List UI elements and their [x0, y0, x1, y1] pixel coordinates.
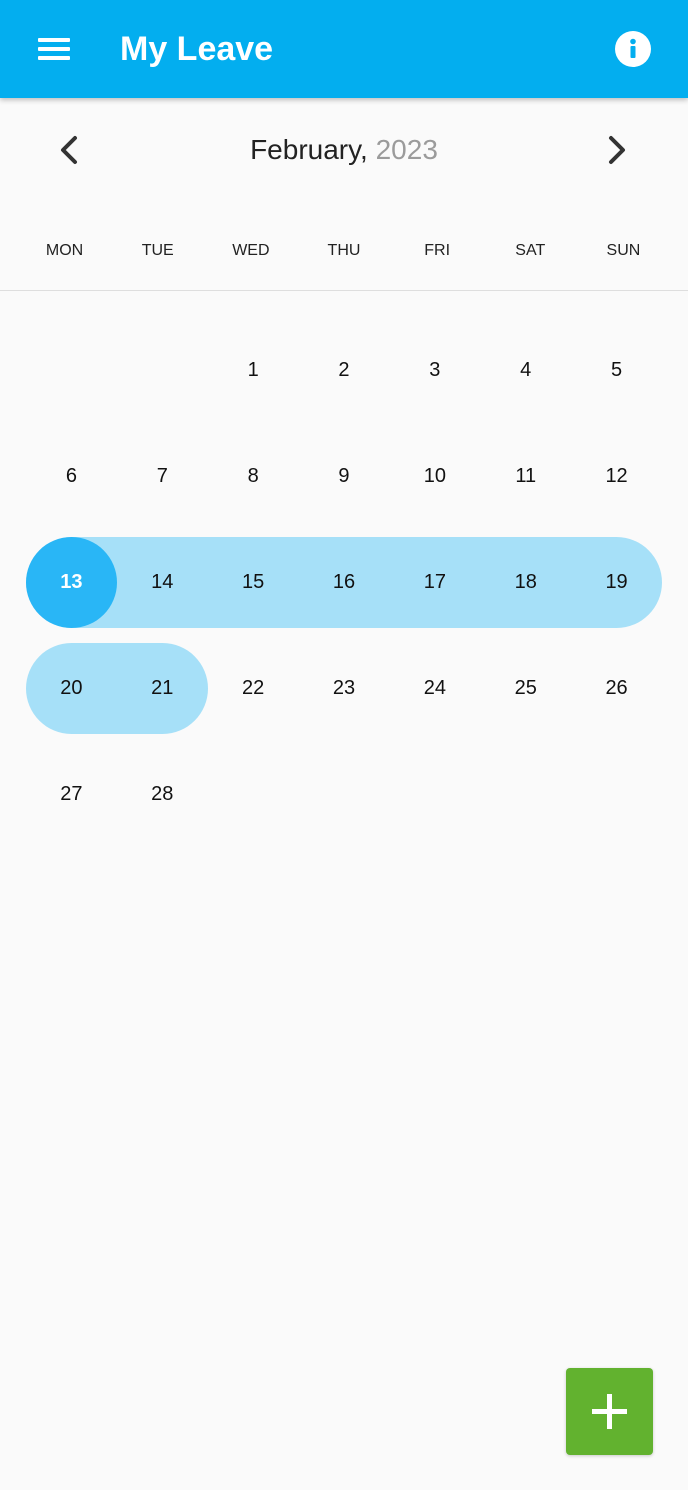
weekday-label: SUN	[606, 242, 641, 259]
page-title: My Leave	[120, 30, 274, 68]
menu-icon[interactable]	[30, 28, 78, 70]
month-year-label: February, 2023	[0, 132, 688, 168]
year-label: 2023	[375, 134, 438, 165]
calendar-week: 20 21 22 23 24 25 26	[26, 643, 662, 749]
weekday-label: MON	[45, 242, 84, 259]
calendar-day-selected[interactable]: 13	[26, 537, 117, 628]
weekday-label: WED	[232, 242, 270, 259]
calendar-day[interactable]: 4	[480, 325, 571, 416]
calendar-day[interactable]: 2	[299, 325, 390, 416]
day-number: 11	[515, 465, 537, 487]
calendar-day[interactable]: 7	[117, 431, 208, 522]
calendar-grid: 1 2 3 4 5 6 7 8 9 10 11 12 13 14 15 16 17 18 19 20 21 22 23 24 2…	[26, 325, 662, 855]
day-number: 27	[60, 783, 83, 805]
calendar-day[interactable]: 10	[389, 431, 480, 522]
calendar-day[interactable]: 14	[116, 537, 208, 628]
add-leave-button[interactable]	[566, 1368, 653, 1455]
calendar-day[interactable]: 18	[480, 537, 572, 628]
calendar-day[interactable]: 22	[208, 643, 299, 734]
calendar-day[interactable]: 15	[207, 537, 299, 628]
calendar-day[interactable]: 11	[480, 431, 571, 522]
day-number: 7	[156, 465, 168, 487]
calendar-week: 1 2 3 4 5	[26, 325, 662, 431]
chevron-right-icon[interactable]	[593, 126, 641, 174]
calendar-day[interactable]: 8	[208, 431, 299, 522]
calendar-day[interactable]: 6	[26, 431, 117, 522]
day-number: 2	[338, 359, 350, 381]
day-number: 23	[332, 677, 356, 699]
info-icon[interactable]	[615, 31, 651, 67]
weekday-label: TUE	[141, 242, 174, 259]
weekday-header: MON TUE WED THU FRI SAT SUN	[18, 236, 670, 266]
day-number: 28	[151, 783, 174, 805]
calendar-week: 6 7 8 9 10 11 12	[26, 431, 662, 537]
day-number: 5	[611, 359, 623, 381]
calendar-day[interactable]: 19	[571, 537, 662, 628]
calendar-day[interactable]: 1	[208, 325, 299, 416]
calendar-day[interactable]: 5	[571, 325, 662, 416]
day-number: 10	[423, 465, 446, 487]
app-bar: My Leave	[0, 0, 688, 98]
day-number: 24	[423, 677, 446, 699]
calendar-day[interactable]: 23	[299, 643, 390, 734]
day-number: 1	[247, 359, 259, 381]
day-number: 4	[520, 359, 532, 381]
calendar-day[interactable]: 24	[389, 643, 480, 734]
calendar-day[interactable]: 17	[389, 537, 481, 628]
day-number: 15	[242, 571, 265, 593]
day-number: 12	[605, 465, 628, 487]
calendar-week: 13 14 15 16 17 18 19	[26, 537, 662, 643]
calendar-day[interactable]: 25	[480, 643, 571, 734]
day-number: 14	[151, 571, 174, 593]
day-number: 17	[423, 571, 446, 593]
calendar-day[interactable]: 27	[26, 749, 117, 840]
calendar-day[interactable]: 16	[298, 537, 390, 628]
divider	[0, 290, 688, 291]
day-number: 19	[605, 571, 628, 593]
calendar-day[interactable]: 26	[571, 643, 662, 734]
weekday-label: SAT	[515, 242, 546, 259]
calendar-day[interactable]: 9	[299, 431, 390, 522]
month-label: February,	[250, 134, 368, 165]
day-number: 26	[605, 677, 628, 699]
weekday-label: THU	[327, 242, 361, 259]
calendar-day[interactable]: 28	[117, 749, 208, 840]
day-number: 9	[338, 465, 350, 487]
month-navigation: February, 2023	[0, 108, 688, 194]
day-number: 13	[60, 571, 83, 593]
weekday-label: FRI	[424, 242, 451, 259]
day-number: 16	[332, 571, 356, 593]
day-number: 20	[60, 677, 83, 699]
calendar-day[interactable]: 21	[116, 643, 208, 734]
calendar-day[interactable]: 3	[389, 325, 480, 416]
day-number: 8	[247, 465, 259, 487]
day-number: 3	[429, 359, 441, 381]
day-number: 6	[65, 465, 77, 487]
calendar-week: 27 28	[26, 749, 662, 855]
day-number: 21	[151, 677, 174, 699]
calendar-day[interactable]: 20	[26, 643, 117, 734]
calendar-day[interactable]: 12	[571, 431, 662, 522]
day-number: 25	[514, 677, 537, 699]
day-number: 22	[242, 677, 265, 699]
day-number: 18	[514, 571, 537, 593]
